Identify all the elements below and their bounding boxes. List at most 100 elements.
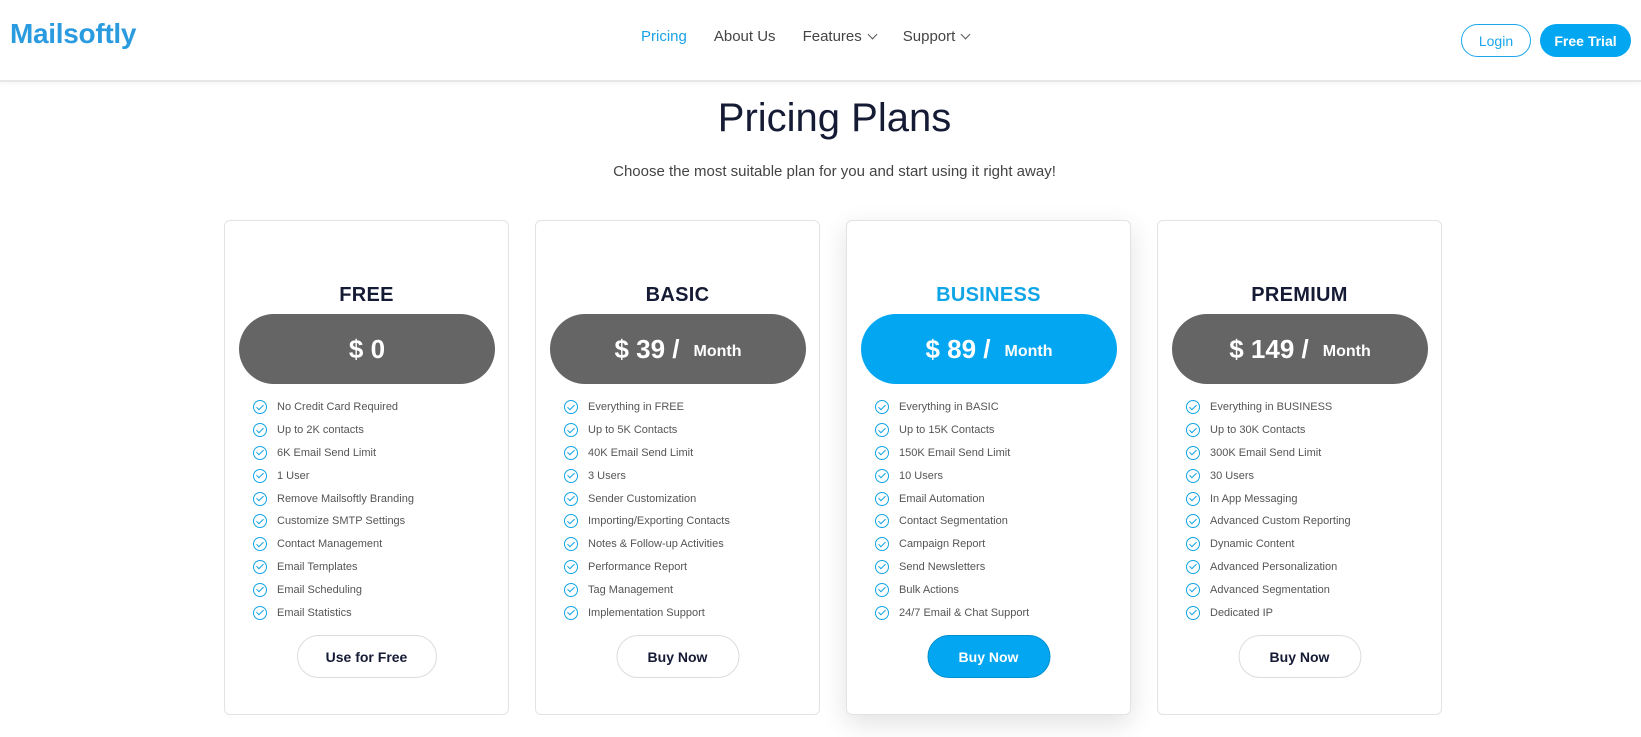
plan-name: BASIC	[645, 284, 710, 306]
feature-label: Email Scheduling	[277, 583, 362, 596]
feature-item: 30 Users	[1186, 464, 1351, 487]
feature-label: Email Statistics	[277, 606, 352, 619]
check-circle-icon	[1186, 582, 1200, 597]
check-circle-icon	[1186, 491, 1200, 506]
feature-label: Send Newsletters	[899, 560, 986, 573]
check-circle-icon	[253, 605, 267, 620]
main-nav: Pricing About Us Features Support	[641, 28, 996, 45]
nav-item-pricing[interactable]: Pricing	[641, 28, 687, 45]
plan-card-basic: BASIC $ 39 / Month Everything in FREE Up to …	[535, 220, 820, 715]
check-circle-icon	[564, 537, 578, 552]
plan-name: BUSINESS	[936, 284, 1041, 306]
check-circle-icon	[875, 468, 889, 483]
free-trial-button[interactable]: Free Trial	[1540, 24, 1631, 57]
plan-name: FREE	[339, 284, 394, 306]
feature-item: 40K Email Send Limit	[564, 442, 730, 465]
feature-list: No Credit Card Required Up to 2K contacts…	[253, 396, 414, 624]
feature-label: 300K Email Send Limit	[1210, 446, 1322, 459]
feature-label: Everything in BASIC	[899, 401, 999, 414]
chevron-down-icon	[867, 29, 878, 39]
price-period: Month	[693, 343, 742, 360]
feature-list: Everything in FREE Up to 5K Contacts 40K E…	[564, 396, 730, 624]
feature-item: Email Templates	[253, 556, 414, 579]
feature-item: 24/7 Email & Chat Support	[875, 601, 1029, 624]
feature-item: Remove Mailsoftly Branding	[253, 487, 414, 510]
feature-label: Performance Report	[588, 560, 688, 573]
feature-label: Up to 2K contacts	[277, 424, 364, 437]
price-badge: $ 0	[239, 314, 495, 384]
site-header: Mailsoftly Pricing About Us Features Sup…	[0, 0, 1641, 82]
business-cta-button[interactable]: Buy Now	[927, 635, 1050, 678]
feature-label: Everything in BUSINESS	[1210, 401, 1333, 414]
feature-item: 6K Email Send Limit	[253, 442, 414, 465]
nav-item-label: About Us	[713, 28, 776, 45]
logo[interactable]: Mailsoftly	[10, 18, 136, 50]
feature-label: 24/7 Email & Chat Support	[899, 606, 1030, 619]
feature-list: Everything in BASIC Up to 15K Contacts 150…	[875, 396, 1029, 624]
check-circle-icon	[564, 400, 578, 415]
feature-item: Tag Management	[564, 578, 730, 601]
feature-item: 3 Users	[564, 464, 730, 487]
feature-item: Up to 15K Contacts	[875, 419, 1029, 442]
feature-item: 300K Email Send Limit	[1186, 442, 1351, 465]
feature-item: Advanced Custom Reporting	[1186, 510, 1351, 533]
feature-item: Notes & Follow-up Activities	[564, 533, 730, 556]
page-subtitle: Choose the most suitable plan for you an…	[613, 163, 1056, 180]
feature-item: Everything in BUSINESS	[1186, 396, 1351, 419]
nav-item-support[interactable]: Support	[903, 28, 971, 45]
feature-item: Implementation Support	[564, 601, 730, 624]
price-amount: $ 0	[348, 333, 386, 364]
plan-card-free: FREE $ 0 No Credit Card Required Up to 2K c…	[224, 220, 509, 715]
check-circle-icon	[564, 468, 578, 483]
feature-item: Email Automation	[875, 487, 1029, 510]
feature-item: Contact Management	[253, 533, 414, 556]
feature-item: Send Newsletters	[875, 556, 1029, 579]
feature-item: 1 User	[253, 464, 414, 487]
pricing-cards: FREE $ 0 No Credit Card Required Up to 2K c…	[224, 220, 1468, 715]
feature-label: 10 Users	[899, 469, 944, 482]
check-circle-icon	[1186, 537, 1200, 552]
check-circle-icon	[253, 445, 267, 460]
feature-label: Campaign Report	[899, 538, 986, 551]
feature-item: Bulk Actions	[875, 578, 1029, 601]
feature-item: Campaign Report	[875, 533, 1029, 556]
feature-item: Everything in BASIC	[875, 396, 1029, 419]
check-circle-icon	[1186, 423, 1200, 438]
check-circle-icon	[875, 537, 889, 552]
feature-label: 40K Email Send Limit	[588, 446, 694, 459]
check-circle-icon	[564, 491, 578, 506]
feature-item: No Credit Card Required	[253, 396, 414, 419]
feature-item: Performance Report	[564, 556, 730, 579]
feature-label: 3 Users	[588, 469, 626, 482]
check-circle-icon	[1186, 400, 1200, 415]
feature-label: Advanced Segmentation	[1210, 583, 1330, 596]
check-circle-icon	[875, 400, 889, 415]
feature-label: Tag Management	[588, 583, 673, 596]
basic-cta-button[interactable]: Buy Now	[616, 635, 739, 678]
feature-item: 150K Email Send Limit	[875, 442, 1029, 465]
price-amount: $ 39 /	[614, 333, 680, 364]
feature-item: Up to 2K contacts	[253, 419, 414, 442]
feature-item: Up to 5K Contacts	[564, 419, 730, 442]
login-button[interactable]: Login	[1461, 24, 1531, 57]
feature-item: Contact Segmentation	[875, 510, 1029, 533]
check-circle-icon	[875, 605, 889, 620]
chevron-down-icon	[960, 29, 971, 39]
nav-item-features[interactable]: Features	[802, 28, 878, 45]
check-circle-icon	[1186, 559, 1200, 574]
check-circle-icon	[1186, 605, 1200, 620]
feature-label: Up to 30K Contacts	[1210, 424, 1306, 437]
check-circle-icon	[253, 468, 267, 483]
check-circle-icon	[875, 423, 889, 438]
nav-item-about-us[interactable]: About Us	[714, 28, 776, 45]
check-circle-icon	[875, 445, 889, 460]
check-circle-icon	[564, 605, 578, 620]
check-circle-icon	[875, 582, 889, 597]
feature-item: Importing/Exporting Contacts	[564, 510, 730, 533]
nav-item-label: Features	[802, 28, 862, 45]
free-cta-button[interactable]: Use for Free	[296, 635, 437, 678]
feature-item: Everything in FREE	[564, 396, 730, 419]
premium-cta-button[interactable]: Buy Now	[1238, 635, 1361, 678]
check-circle-icon	[253, 423, 267, 438]
price-period: Month	[1004, 343, 1053, 360]
